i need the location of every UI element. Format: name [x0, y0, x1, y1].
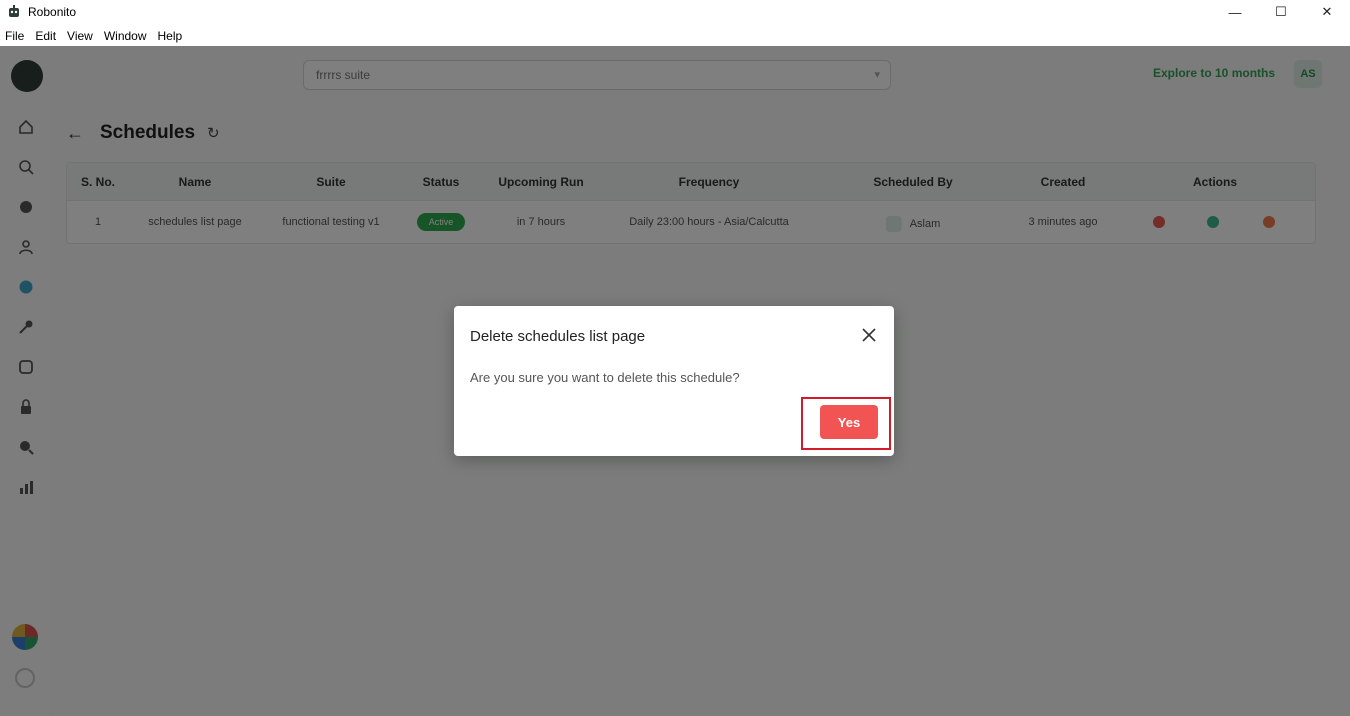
menu-view[interactable]: View [62, 29, 99, 43]
menu-bar: File Edit View Window Help [0, 26, 188, 46]
menu-help[interactable]: Help [153, 29, 189, 43]
yes-button[interactable]: Yes [820, 405, 878, 439]
close-window-button[interactable]: ✕ [1304, 0, 1350, 24]
maximize-button[interactable]: ☐ [1258, 0, 1304, 24]
menu-edit[interactable]: Edit [30, 29, 62, 43]
delete-confirm-dialog: Delete schedules list page Are you sure … [454, 306, 894, 456]
close-icon[interactable] [860, 326, 878, 344]
window-title: Robonito [28, 5, 77, 19]
menu-file[interactable]: File [0, 29, 30, 43]
robonito-logo-icon [7, 5, 21, 19]
menu-window[interactable]: Window [99, 29, 153, 43]
dialog-title: Delete schedules list page [470, 328, 646, 345]
minimize-button[interactable]: — [1212, 0, 1258, 24]
title-bar: Robonito — ☐ ✕ [0, 0, 1350, 24]
dialog-message: Are you sure you want to delete this sch… [470, 370, 740, 385]
